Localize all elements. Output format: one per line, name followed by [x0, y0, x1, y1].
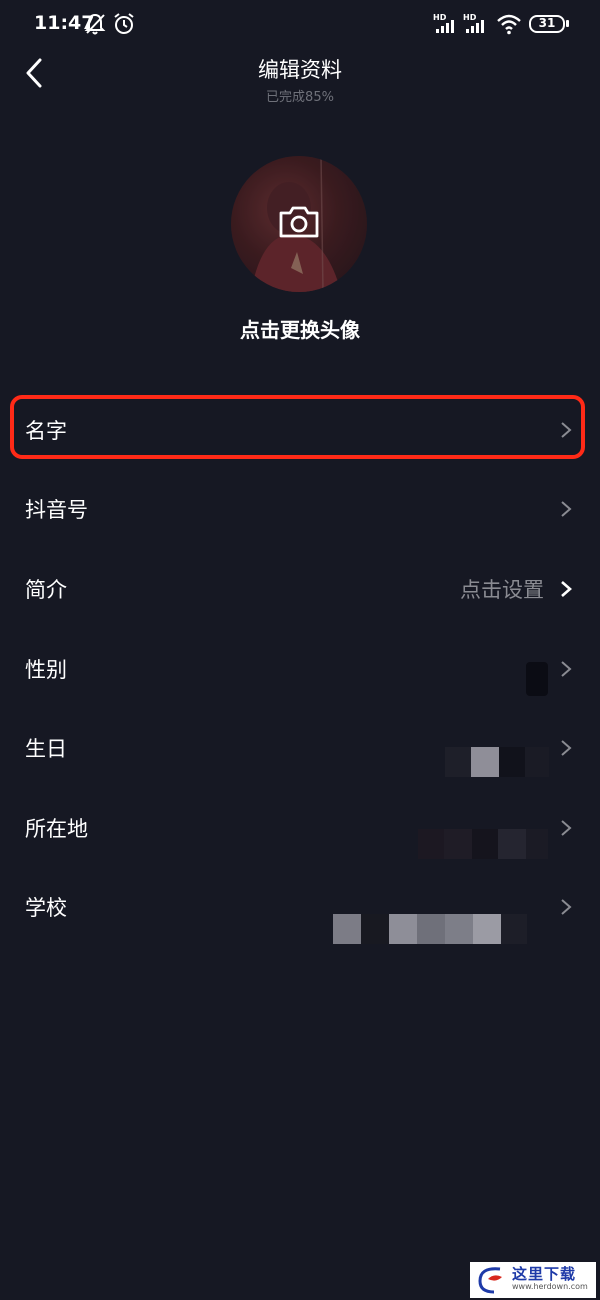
- row-bio[interactable]: 简介 点击设置: [0, 552, 600, 628]
- blurred-value: [418, 829, 548, 859]
- row-school[interactable]: 学校: [0, 870, 600, 946]
- blurred-value: [445, 747, 549, 777]
- chevron-right-icon: [561, 581, 572, 597]
- edit-profile-screen: 11:47 HD HD 31 编辑资料 已完成85% 点击更换头像 名字 抖音号…: [0, 0, 600, 1300]
- row-label: 性别: [25, 658, 67, 682]
- change-avatar-label[interactable]: 点击更换头像: [0, 314, 600, 343]
- chevron-right-icon: [561, 740, 572, 756]
- alarm-icon: [114, 13, 134, 34]
- blurred-value: [526, 662, 548, 696]
- watermark: 这里下载 www.herdown.com: [470, 1262, 596, 1298]
- hd-signal-icon: HD: [463, 13, 484, 33]
- watermark-logo-icon: [478, 1267, 502, 1294]
- highlight-box: [10, 395, 585, 459]
- completion-subtitle: 已完成85%: [266, 90, 334, 105]
- battery-level: 31: [538, 16, 556, 30]
- battery-nub: [566, 20, 569, 27]
- page-title: 编辑资料: [258, 58, 342, 82]
- row-location[interactable]: 所在地: [0, 791, 600, 867]
- chevron-right-icon: [561, 661, 572, 677]
- row-birthday[interactable]: 生日: [0, 711, 600, 787]
- row-label: 抖音号: [25, 498, 88, 522]
- camera-icon[interactable]: [277, 204, 321, 240]
- chevron-right-icon: [561, 501, 572, 517]
- chevron-right-icon: [561, 899, 572, 915]
- bio-placeholder: 点击设置: [460, 578, 544, 602]
- silent-bell-icon: [84, 13, 106, 35]
- watermark-url: www.herdown.com: [512, 1282, 588, 1291]
- blurred-value: [333, 914, 527, 944]
- watermark-text: 这里下载: [512, 1265, 577, 1283]
- row-douyin-id[interactable]: 抖音号: [0, 472, 600, 548]
- row-label: 简介: [25, 578, 67, 602]
- row-label: 生日: [25, 737, 67, 761]
- hd-signal-icon: HD: [433, 13, 454, 33]
- row-label: 所在地: [25, 817, 88, 841]
- svg-text:HD: HD: [433, 13, 447, 22]
- battery-icon: 31: [529, 15, 565, 33]
- chevron-right-icon: [561, 820, 572, 836]
- row-gender[interactable]: 性别: [0, 632, 600, 708]
- wifi-icon: [497, 14, 521, 35]
- status-bar: 11:47 HD HD 31: [0, 0, 600, 50]
- row-label: 学校: [25, 896, 67, 920]
- svg-text:HD: HD: [463, 13, 477, 22]
